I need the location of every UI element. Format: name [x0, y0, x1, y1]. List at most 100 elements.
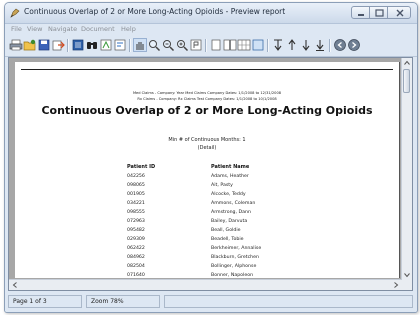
- menu-document[interactable]: Document: [81, 25, 115, 33]
- watermark-button[interactable]: [99, 38, 113, 52]
- hand-tool-button[interactable]: [133, 38, 147, 52]
- first-page-button[interactable]: [271, 38, 285, 52]
- find-button[interactable]: [85, 38, 99, 52]
- minimize-button[interactable]: [351, 6, 370, 19]
- page-top-rule: [21, 69, 393, 70]
- first-page-icon: [274, 39, 282, 51]
- watermark-icon: [100, 39, 112, 51]
- patient-id: 095482: [127, 228, 145, 233]
- detail-label: (Detail): [197, 145, 217, 151]
- last-page-button[interactable]: [313, 38, 327, 52]
- title-bar[interactable]: Continuous Overlap of 2 or More Long-Act…: [5, 3, 417, 24]
- background-button[interactable]: [251, 38, 265, 52]
- window-title: Continuous Overlap of 2 or More Long-Act…: [24, 7, 286, 16]
- patient-id: 098065: [127, 183, 145, 188]
- table-row: 029309 Beadell, Tobie: [15, 237, 399, 246]
- horizontal-scrollbar[interactable]: [9, 279, 402, 290]
- table-row: 001905 Alcocke, Teddy: [15, 192, 399, 201]
- open-button[interactable]: [23, 38, 37, 52]
- parameters-button[interactable]: [113, 38, 127, 52]
- menu-file[interactable]: File: [11, 25, 22, 33]
- previous-page-icon: [288, 39, 296, 50]
- scroll-left-icon[interactable]: [10, 280, 20, 290]
- save-icon: [38, 39, 50, 51]
- vertical-scroll-thumb[interactable]: [403, 69, 410, 93]
- column-header-patient-id: Patient ID: [127, 164, 156, 170]
- open-icon: [23, 39, 36, 51]
- next-page-icon: [302, 40, 310, 51]
- patient-id: 029309: [127, 237, 145, 242]
- patient-id: 072963: [127, 219, 145, 224]
- table-row: 072963 Bailey, Darvuta: [15, 219, 399, 228]
- find-icon: [87, 42, 97, 49]
- patient-id: 034221: [127, 201, 145, 206]
- hand-tool-icon: [133, 38, 147, 52]
- single-page-button[interactable]: [209, 38, 223, 52]
- app-icon: [10, 8, 20, 18]
- zoom-out-button[interactable]: [161, 38, 175, 52]
- min-continuous-months: Min # of Continuous Months: 1: [168, 137, 246, 143]
- patient-name: Ammons, Coleman: [211, 201, 256, 206]
- single-page-icon: [211, 39, 221, 51]
- parameters-icon: [114, 39, 126, 51]
- multiple-pages-button[interactable]: [237, 38, 251, 52]
- table-row: 095482 Beall, Goldie: [15, 228, 399, 237]
- back-button[interactable]: [333, 38, 347, 52]
- toolbar-separator: [129, 39, 131, 52]
- patient-id: 042256: [127, 174, 145, 179]
- zoom-indicator: Zoom 78%: [86, 295, 160, 308]
- patient-name: Adams, Heather: [211, 174, 249, 179]
- status-bar: Page 1 of 3 Zoom 78%: [5, 292, 417, 312]
- table-row: 084962 Blackburn, Gretchen: [15, 255, 399, 264]
- scroll-down-icon[interactable]: [402, 270, 412, 280]
- vertical-scrollbar[interactable]: [401, 58, 412, 280]
- patient-name: Armstrong, Dann: [211, 210, 251, 215]
- zoom-in-button[interactable]: [175, 38, 189, 52]
- last-page-icon: [316, 40, 324, 52]
- export-button[interactable]: [51, 38, 65, 52]
- menu-bar: File View Navigate Document Help: [5, 24, 417, 35]
- next-page-button[interactable]: [299, 38, 313, 52]
- magnifier-button[interactable]: [147, 38, 161, 52]
- close-icon: [396, 9, 404, 17]
- status-panel-empty: [164, 295, 413, 308]
- patient-name: Berkheimer, Annalise: [211, 246, 262, 251]
- patient-id: 098555: [127, 210, 145, 215]
- patient-id: 062422: [127, 246, 145, 251]
- save-button[interactable]: [37, 38, 51, 52]
- patient-name: Bollinger, Alphonse: [211, 264, 257, 269]
- export-icon: [52, 40, 65, 51]
- forward-button[interactable]: [347, 38, 361, 52]
- table-row: 098555 Armstrong, Dann: [15, 210, 399, 219]
- maximize-button[interactable]: [369, 6, 388, 19]
- close-button[interactable]: [387, 6, 411, 19]
- table-row: 098065 Ait, Pasty: [15, 183, 399, 192]
- scroll-up-icon[interactable]: [402, 58, 412, 68]
- patient-id: 084962: [127, 255, 145, 260]
- column-header-patient-name: Patient Name: [211, 164, 250, 170]
- menu-view[interactable]: View: [27, 25, 42, 33]
- preview-area[interactable]: Med Claims - Company: Year Med Claims Co…: [8, 57, 413, 291]
- page-setup-icon: [72, 39, 84, 51]
- patient-id: 082504: [127, 264, 145, 269]
- print-icon: [9, 39, 23, 51]
- page-setup-button[interactable]: [71, 38, 85, 52]
- previous-page-button[interactable]: [285, 38, 299, 52]
- report-title: Continuous Overlap of 2 or More Long-Act…: [41, 104, 373, 117]
- scroll-right-icon[interactable]: [391, 280, 401, 290]
- table-row: 042256 Adams, Heather: [15, 174, 399, 183]
- toolbar-separator: [329, 39, 331, 52]
- background-icon: [252, 39, 264, 51]
- zoom-out-icon: [163, 40, 175, 52]
- zoom-percent-button[interactable]: [189, 38, 203, 52]
- multiple-pages-icon: [237, 39, 251, 51]
- page-indicator: Page 1 of 3: [8, 295, 82, 308]
- report-page: Med Claims - Company: Year Med Claims Co…: [15, 62, 400, 278]
- menu-navigate[interactable]: Navigate: [48, 25, 77, 33]
- criteria-med-claims: Med Claims - Company: Year Med Claims Co…: [132, 91, 282, 95]
- print-button[interactable]: [9, 38, 23, 52]
- two-pages-icon: [223, 39, 237, 51]
- patient-name: Ait, Pasty: [211, 183, 233, 188]
- menu-help[interactable]: Help: [121, 25, 136, 33]
- two-pages-button[interactable]: [223, 38, 237, 52]
